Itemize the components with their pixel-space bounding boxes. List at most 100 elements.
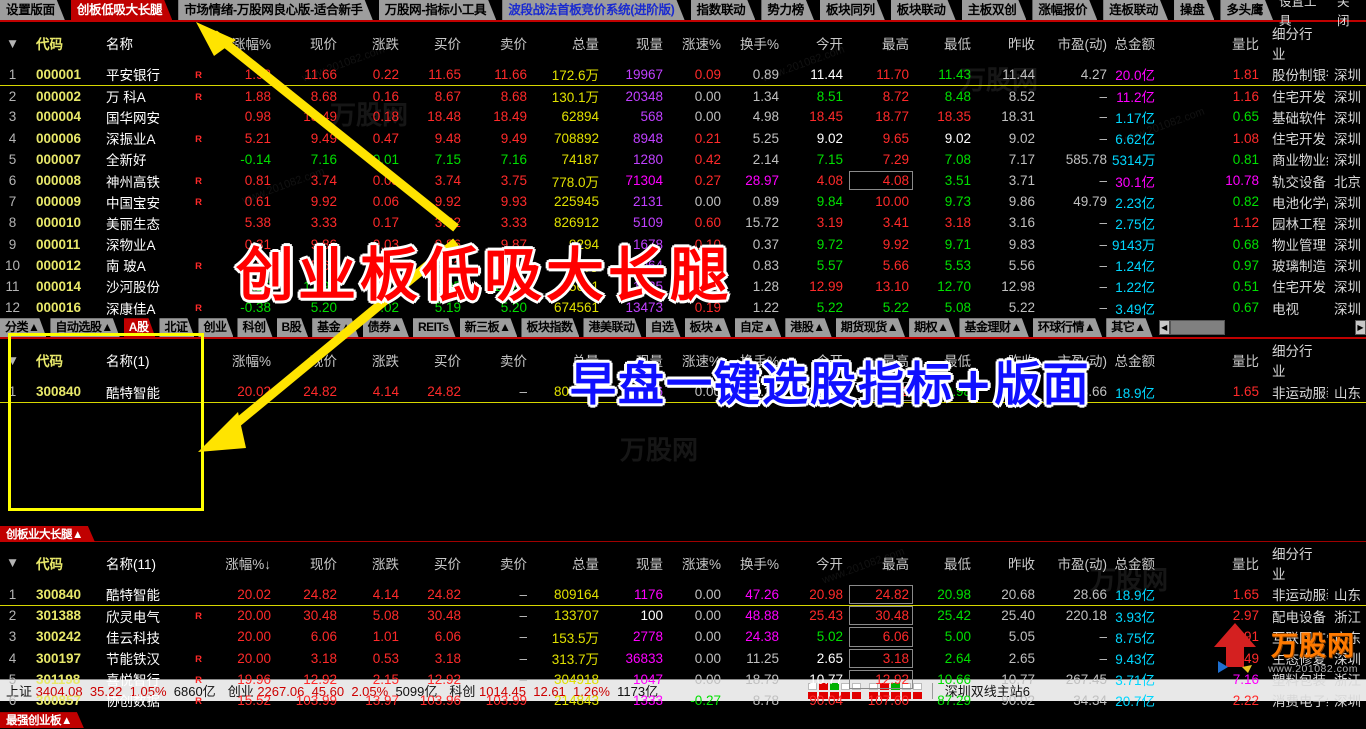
column-header-19[interactable] <box>1328 542 1366 584</box>
table-row[interactable]: 6 300857 协创数据 R 15.52 103.99 13.97 103.96 103.99… <box>0 690 1366 711</box>
category-tab-0[interactable]: 分类▲ <box>0 318 46 337</box>
column-header-2[interactable]: 涨幅%↓ <box>212 542 276 584</box>
category-tab-9[interactable]: REITs <box>413 318 456 337</box>
column-header-0[interactable]: 代码 <box>30 542 102 584</box>
column-header-6[interactable]: 卖价 <box>466 542 532 584</box>
category-tab-19[interactable]: 基金理财▲ <box>959 318 1028 337</box>
category-scrollbar[interactable]: ◀ <box>1158 318 1225 337</box>
top-tab-6[interactable]: 势力榜 <box>761 0 814 20</box>
category-tab-8[interactable]: 债券▲ <box>363 318 409 337</box>
column-header-18[interactable]: 细分行业 <box>1264 22 1328 64</box>
scroll-right-icon[interactable]: ▶ <box>1355 320 1366 336</box>
column-header-16[interactable]: 总金额 <box>1112 542 1160 584</box>
table-row[interactable]: 7 000009 中国宝安 R 0.61 9.92 0.06 9.92 9.93 225945 21… <box>0 191 1366 212</box>
category-tab-11[interactable]: 板块指数 <box>521 318 579 337</box>
table-row[interactable]: 4 000006 深振业A R 5.21 9.49 0.47 9.48 9.49 708892 89… <box>0 128 1366 149</box>
scroll-left-icon[interactable]: ◀ <box>1158 320 1170 336</box>
group-label-chuangban[interactable]: 创板业大长腿▲ <box>0 526 95 542</box>
top-tab-0[interactable]: 设置版面 <box>0 0 65 20</box>
column-header-9[interactable]: 涨速% <box>668 22 726 64</box>
column-header-12[interactable]: 最高 <box>848 542 914 584</box>
column-header-16[interactable]: 总金额 <box>1112 22 1160 64</box>
column-header-17[interactable]: 量比 <box>1160 542 1264 584</box>
column-header-3[interactable]: 现价 <box>276 339 342 381</box>
table-row[interactable]: 1 300840 酷特智能 20.02 24.82 4.14 24.82–809164 117… <box>0 583 1366 606</box>
table-row[interactable]: 6 000008 神州高铁 R 0.81 3.74 0.03 3.74 3.75 778.0万 71… <box>0 170 1366 191</box>
column-header-7[interactable]: 总量 <box>532 22 604 64</box>
top-tab-5[interactable]: 指数联动 <box>691 0 756 20</box>
scroll-trough[interactable] <box>1169 320 1225 336</box>
category-tab-7[interactable]: 基金▲ <box>312 318 358 337</box>
column-header-0[interactable]: 代码 <box>30 22 102 64</box>
column-header-11[interactable]: 今开 <box>784 22 848 64</box>
column-header-0[interactable]: 代码 <box>30 339 102 381</box>
column-header-19[interactable] <box>1328 22 1366 64</box>
column-header-3[interactable]: 现价 <box>276 542 342 584</box>
group-label-strongest[interactable]: 最强创业板▲ <box>0 712 84 728</box>
column-header-5[interactable]: 买价 <box>404 22 466 64</box>
column-header-5[interactable]: 买价 <box>404 542 466 584</box>
column-header-9[interactable]: 涨速% <box>668 542 726 584</box>
column-header-14[interactable]: 昨收 <box>976 22 1040 64</box>
category-tab-21[interactable]: 其它▲ <box>1106 318 1152 337</box>
category-tab-10[interactable]: 新三板▲ <box>460 318 518 337</box>
column-header-12[interactable]: 最高 <box>848 22 914 64</box>
category-tab-3[interactable]: 北证 <box>159 318 194 337</box>
column-header-6[interactable]: 卖价 <box>466 22 532 64</box>
table-row[interactable]: 3 300242 佳云科技 20.00 6.06 1.01 6.06 – 153.5万 2778 0… <box>0 626 1366 647</box>
category-tab-17[interactable]: 期货现货▲ <box>836 318 905 337</box>
column-header-11[interactable]: 今开 <box>784 542 848 584</box>
sort-indicator-icon[interactable]: ▼ <box>0 22 30 64</box>
category-tab-2[interactable]: A股 <box>124 318 156 337</box>
table-row[interactable]: 5 301198 喜悦智行 R 19.96 12.92 2.15 12.92 – 304918 10… <box>0 669 1366 690</box>
table-row[interactable]: 3 000004 国华网安 0.98 18.49 0.18 18.48 18.49 62894 5… <box>0 106 1366 127</box>
column-header-10[interactable]: 换手% <box>726 22 784 64</box>
column-header-4[interactable]: 涨跌 <box>342 22 404 64</box>
category-tab-15[interactable]: 自定▲ <box>735 318 781 337</box>
table-row[interactable]: 2 301388 欣灵电气 R 20.00 30.48 5.08 30.48 – 133707 10… <box>0 605 1366 626</box>
sort-indicator-icon[interactable]: ▼ <box>0 542 30 584</box>
top-tab-8[interactable]: 板块联动 <box>891 0 956 20</box>
top-tab-1[interactable]: 创板低吸大长腿 <box>71 0 172 20</box>
column-header-4[interactable]: 涨跌 <box>342 339 404 381</box>
top-tab-9[interactable]: 主板双创 <box>962 0 1027 20</box>
table-row[interactable]: 2 000002 万 科A R 1.88 8.68 0.16 8.67 8.68 130.1万 20… <box>0 85 1366 106</box>
table-row[interactable]: 5 000007 全新好 -0.14 7.16 -0.01 7.15 7.16 74187 128… <box>0 149 1366 170</box>
top-tab-3[interactable]: 万股网-指标小工具 <box>379 0 496 20</box>
column-header-18[interactable]: 细分行业 <box>1264 339 1328 381</box>
column-header-2[interactable]: 涨幅% <box>212 22 276 64</box>
column-header-1[interactable]: 名称(11) <box>102 542 190 584</box>
column-header-17[interactable]: 量比 <box>1160 22 1264 64</box>
top-tab-10[interactable]: 涨幅报价 <box>1032 0 1097 20</box>
column-header-5[interactable]: 买价 <box>404 339 466 381</box>
column-header-13[interactable]: 最低 <box>914 22 976 64</box>
top-tab-7[interactable]: 板块同列 <box>820 0 885 20</box>
column-header-15[interactable]: 市盈(动) <box>1040 22 1112 64</box>
column-header-6[interactable]: 卖价 <box>466 339 532 381</box>
category-tab-18[interactable]: 期权▲ <box>909 318 955 337</box>
category-tab-16[interactable]: 港股▲ <box>785 318 831 337</box>
category-tab-12[interactable]: 港美联动 <box>583 318 641 337</box>
column-header-17[interactable]: 量比 <box>1160 339 1264 381</box>
category-tab-4[interactable]: 创业 <box>198 318 233 337</box>
table-row[interactable]: 4 300197 节能铁汉 R 20.00 3.18 0.53 3.18 – 313.7万 3683… <box>0 648 1366 669</box>
column-header-8[interactable]: 现量 <box>604 542 668 584</box>
column-header-15[interactable]: 市盈(动) <box>1040 542 1112 584</box>
category-tab-13[interactable]: 自选 <box>646 318 681 337</box>
top-tab-4[interactable]: 波段战法首板竞价系统(进阶版) <box>502 0 684 20</box>
sort-indicator-icon[interactable]: ▼ <box>0 339 30 381</box>
category-tab-20[interactable]: 环球行情▲ <box>1033 318 1102 337</box>
category-tab-14[interactable]: 板块▲ <box>685 318 731 337</box>
top-tab-2[interactable]: 市场情绪-万股网良心版-适合新手 <box>178 0 373 20</box>
column-header-14[interactable]: 昨收 <box>976 542 1040 584</box>
category-scroll-right[interactable]: ▶ <box>1355 318 1366 337</box>
column-header-3[interactable]: 现价 <box>276 22 342 64</box>
top-tab-13[interactable]: 多头鹰 <box>1220 0 1273 20</box>
column-header-18[interactable]: 细分行业 <box>1264 542 1328 584</box>
column-header-1[interactable]: 名称(1) <box>102 339 190 381</box>
column-header-8[interactable]: 现量 <box>604 22 668 64</box>
column-header-1[interactable]: 名称 <box>102 22 190 64</box>
category-tab-6[interactable]: B股 <box>277 318 309 337</box>
column-header-16[interactable]: 总金额 <box>1112 339 1160 381</box>
table-row[interactable]: 1 000001 平安银行 R 1.92 11.66 0.22 11.65 11.66 172.6… <box>0 64 1366 86</box>
